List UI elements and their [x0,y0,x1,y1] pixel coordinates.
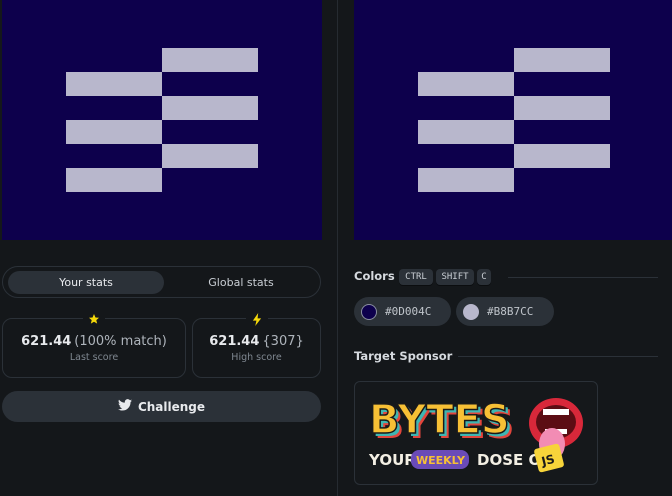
sponsor-divider [458,356,658,357]
last-score-card: 621.44 (100% match) Last score [2,312,186,378]
target-bar [418,120,514,144]
target-bar [514,96,610,120]
twitter-icon [117,399,132,414]
panel-divider [337,0,338,496]
tagline-weekly: WEEKLY [416,454,466,467]
last-score-number: 621.44 [21,334,72,349]
high-score-number: 621.44 [209,334,260,349]
stats-toggle: Your stats Global stats [2,266,321,298]
color-dot [361,303,377,320]
sponsor-banner[interactable]: BYTES BYTES BYTES YOUR WEEKLY DOSE OF JS [354,381,598,485]
high-score-label: High score [231,352,282,363]
last-score-value: 621.44 (100% match) [3,334,185,349]
color-swatch-foreground[interactable]: #B8B7CC [456,297,554,326]
bolt-icon [245,312,268,326]
target-bar [418,72,514,96]
global-stats-tab[interactable]: Global stats [164,271,318,294]
high-score-card: 621.44 {307} High score [192,312,321,378]
target-bar [514,48,610,72]
output-bar [66,72,162,96]
challenge-label: Challenge [137,399,206,414]
sponsor-title: Target Sponsor [354,349,453,363]
shortcut-ctrl-key: CTRL [399,269,433,285]
high-score-extra: {307} [262,334,304,349]
shortcut-shift-key: SHIFT [436,269,474,285]
output-bar [162,144,258,168]
last-score-label: Last score [69,352,119,363]
bytes-logo: BYTES BYTES BYTES YOUR WEEKLY DOSE OF JS [368,396,583,473]
target-bar [514,144,610,168]
challenge-button[interactable]: Challenge [2,391,321,422]
star-icon [83,312,105,326]
shortcut-c-key: C [477,269,491,285]
color-hex: #B8B7CC [487,305,534,318]
colors-divider [508,277,658,278]
target-bar [418,168,514,192]
color-dot [463,303,479,320]
output-canvas[interactable] [2,0,322,240]
target-canvas[interactable] [354,0,672,240]
high-score-value: 621.44 {307} [193,334,320,349]
last-score-match: (100% match) [74,334,167,349]
your-stats-tab[interactable]: Your stats [8,271,164,294]
color-swatch-background[interactable]: #0D004C [354,297,451,326]
tagline-your: YOUR [368,451,416,469]
logo-text: BYTES [369,397,510,443]
color-hex: #0D004C [385,305,432,318]
output-bar [162,48,258,72]
colors-title: Colors [354,269,395,283]
output-bar [66,120,162,144]
output-bar [66,168,162,192]
output-bar [162,96,258,120]
